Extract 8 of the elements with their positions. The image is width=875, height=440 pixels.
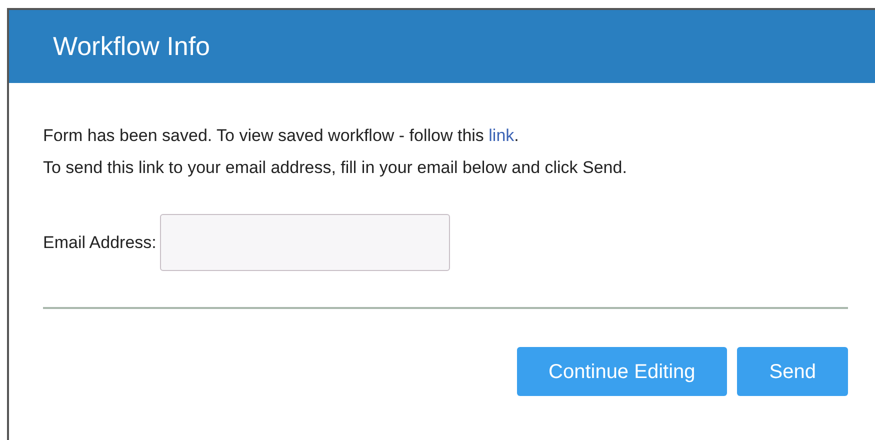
message-text: Form has been saved. To view saved workflow - follow this link. <box>43 125 520 147</box>
send-button[interactable]: Send <box>737 347 848 396</box>
message-text: To send this link to your email address, fill in your email below and click Send. <box>43 156 628 178</box>
link[interactable]: link <box>488 126 514 145</box>
field-label: Email Address: <box>43 232 156 254</box>
window-title: Workflow Info <box>53 30 210 63</box>
email-field[interactable] <box>160 214 450 271</box>
continue-button[interactable]: Continue Editing <box>516 347 728 396</box>
